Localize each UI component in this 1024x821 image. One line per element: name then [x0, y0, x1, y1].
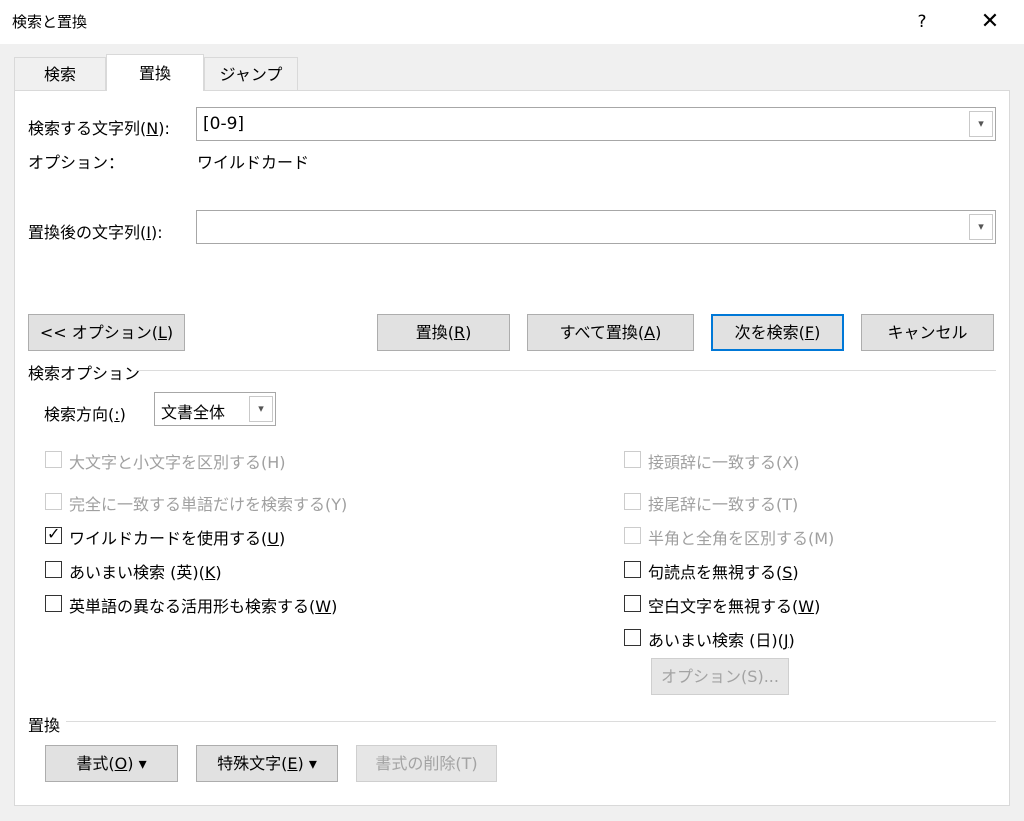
checkbox-label: ワイルドカードを使用する(U) — [69, 529, 286, 548]
tab-find[interactable]: 検索 — [14, 57, 106, 90]
checkbox-box[interactable] — [624, 451, 641, 468]
cancel-button[interactable]: キャンセル — [861, 314, 994, 351]
format-button[interactable]: 書式(O) ▾ — [45, 745, 178, 782]
checkbox-box[interactable] — [45, 451, 62, 468]
find-input-value: [0-9] — [203, 114, 245, 134]
options-toggle-button[interactable]: << オプション(L) — [28, 314, 185, 351]
fuzzy-options-button[interactable]: オプション(S)... — [651, 658, 789, 695]
tab-goto[interactable]: ジャンプ — [204, 57, 298, 90]
options-value: ワイルドカード — [197, 153, 310, 172]
checkbox-label: 半角と全角を区別する(M) — [648, 529, 835, 548]
close-button[interactable]: ✕ — [966, 0, 1014, 44]
find-next-button[interactable]: 次を検索(F) — [711, 314, 844, 351]
checkbox-box[interactable] — [624, 493, 641, 510]
window-title: 検索と置換 — [12, 13, 88, 31]
tab-replace[interactable]: 置換 — [106, 54, 204, 91]
find-dropdown-arrow-icon[interactable]: ▾ — [969, 111, 993, 137]
checkbox-box[interactable] — [624, 561, 641, 578]
direction-select[interactable]: 文書全体 ▾ — [154, 392, 276, 426]
direction-label: 検索方向(:) — [44, 405, 126, 424]
special-button[interactable]: 特殊文字(E) ▾ — [196, 745, 338, 782]
title-bar: 検索と置換 ? ✕ — [0, 0, 1024, 44]
replace-label: 置換後の文字列(I): — [28, 223, 163, 242]
direction-dropdown-arrow-icon[interactable]: ▾ — [249, 396, 273, 422]
checkbox-label: 空白文字を無視する(W) — [648, 597, 821, 616]
no-formatting-button[interactable]: 書式の削除(T) — [356, 745, 497, 782]
checkbox-box[interactable] — [45, 595, 62, 612]
help-button[interactable]: ? — [900, 0, 944, 44]
checkbox-box[interactable] — [45, 561, 62, 578]
checkbox-box[interactable] — [624, 629, 641, 646]
checkbox-label: 句読点を無視する(S) — [648, 563, 799, 582]
replace-button[interactable]: 置換(R) — [377, 314, 510, 351]
replace-input[interactable]: ▾ — [196, 210, 996, 244]
checkbox-box[interactable] — [624, 527, 641, 544]
checkbox-box[interactable] — [45, 493, 62, 510]
replace-section-header: 置換 — [28, 716, 61, 735]
checkbox-box[interactable] — [624, 595, 641, 612]
options-label: オプション： — [28, 153, 125, 172]
checkbox-box[interactable]: ✓ — [45, 524, 62, 544]
tab-panel — [14, 90, 1010, 806]
replace-dropdown-arrow-icon[interactable]: ▾ — [969, 214, 993, 240]
checkbox-label: 完全に一致する単語だけを検索する(Y) — [69, 495, 348, 514]
find-input[interactable]: [0-9] ▾ — [196, 107, 996, 141]
direction-value: 文書全体 — [161, 403, 226, 422]
checkbox-label: あいまい検索 (日)(J) — [648, 631, 795, 650]
checkbox-label: あいまい検索 (英)(K) — [69, 563, 222, 582]
find-label: 検索する文字列(N): — [28, 119, 170, 138]
checkbox-label: 接尾辞に一致する(T) — [648, 495, 799, 514]
check-icon: ✓ — [47, 524, 61, 543]
search-options-header: 検索オプション — [28, 364, 141, 383]
replace-all-button[interactable]: すべて置換(A) — [527, 314, 694, 351]
replace-section-divider — [66, 721, 996, 722]
checkbox-label: 大文字と小文字を区別する(H) — [69, 453, 286, 472]
checkbox-label: 接頭辞に一致する(X) — [648, 453, 800, 472]
search-options-divider — [136, 370, 996, 371]
checkbox-label: 英単語の異なる活用形も検索する(W) — [69, 597, 338, 616]
